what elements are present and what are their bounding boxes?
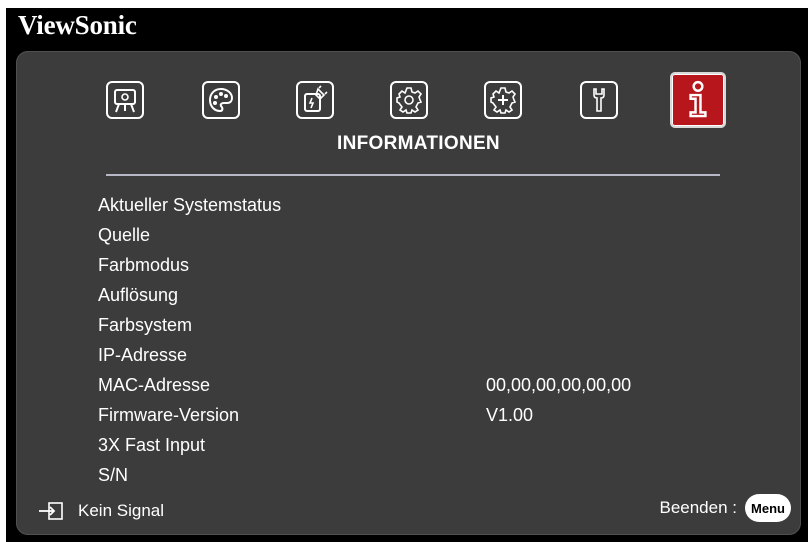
row-label: IP-Adresse bbox=[98, 345, 188, 365]
info-row-fast-input: 3X Fast Input bbox=[98, 431, 698, 459]
menu-button[interactable]: Menu bbox=[745, 494, 791, 522]
signal-status: Kein Signal bbox=[38, 498, 164, 524]
info-row-source: Quelle bbox=[98, 221, 698, 249]
tab-advanced[interactable] bbox=[484, 81, 522, 119]
info-icon bbox=[689, 80, 707, 118]
row-label: MAC-Adresse bbox=[98, 375, 211, 395]
row-label: Aktueller Systemstatus bbox=[98, 195, 282, 215]
tab-information[interactable] bbox=[670, 72, 726, 128]
row-value: V1.00 bbox=[486, 405, 534, 425]
osd-panel: INFORMATIONEN Aktueller Systemstatus Que… bbox=[16, 51, 801, 535]
info-row-color-mode: Farbmodus bbox=[98, 251, 698, 279]
row-label: Farbmodus bbox=[98, 255, 190, 275]
tab-system[interactable] bbox=[580, 81, 618, 119]
gear-icon bbox=[396, 87, 423, 114]
tab-power[interactable] bbox=[296, 81, 334, 119]
info-row-resolution: Auflösung bbox=[98, 281, 698, 309]
menu-tab-bar bbox=[16, 69, 801, 129]
info-row-serial-number: S/N bbox=[98, 461, 698, 489]
row-label: Auflösung bbox=[98, 285, 179, 305]
exit-hint: Beenden : Menu bbox=[659, 494, 791, 522]
row-label: Quelle bbox=[98, 225, 151, 245]
row-label: S/N bbox=[98, 465, 129, 485]
input-source-icon bbox=[39, 502, 63, 520]
signal-text: Kein Signal bbox=[78, 501, 165, 520]
tab-image[interactable] bbox=[202, 81, 240, 119]
info-row-ip-address: IP-Adresse bbox=[98, 341, 698, 369]
info-row-system-status[interactable]: Aktueller Systemstatus bbox=[98, 191, 698, 219]
osd-window: ViewSonic INFORMATIONEN Aktueller System… bbox=[6, 8, 808, 542]
section-title: INFORMATIONEN bbox=[337, 133, 500, 154]
row-label: Firmware-Version bbox=[98, 405, 240, 425]
info-row-mac-address: MAC-Adresse 00,00,00,00,00,00 bbox=[98, 371, 698, 399]
info-row-color-system: Farbsystem bbox=[98, 311, 698, 339]
row-value: 00,00,00,00,00,00 bbox=[486, 375, 632, 395]
palette-icon bbox=[208, 87, 234, 113]
tab-display[interactable] bbox=[106, 81, 144, 119]
display-projector-icon bbox=[114, 89, 136, 113]
info-row-firmware-version: Firmware-Version V1.00 bbox=[98, 401, 698, 429]
wrench-icon bbox=[593, 88, 605, 112]
power-plug-icon bbox=[304, 85, 328, 112]
row-label: 3X Fast Input bbox=[98, 435, 206, 455]
exit-label: Beenden : bbox=[659, 498, 737, 517]
title-divider bbox=[106, 174, 720, 176]
row-label: Farbsystem bbox=[98, 315, 193, 335]
brand-logo: ViewSonic bbox=[18, 10, 137, 40]
gear-plus-icon bbox=[490, 87, 517, 114]
tab-basic[interactable] bbox=[390, 81, 428, 119]
